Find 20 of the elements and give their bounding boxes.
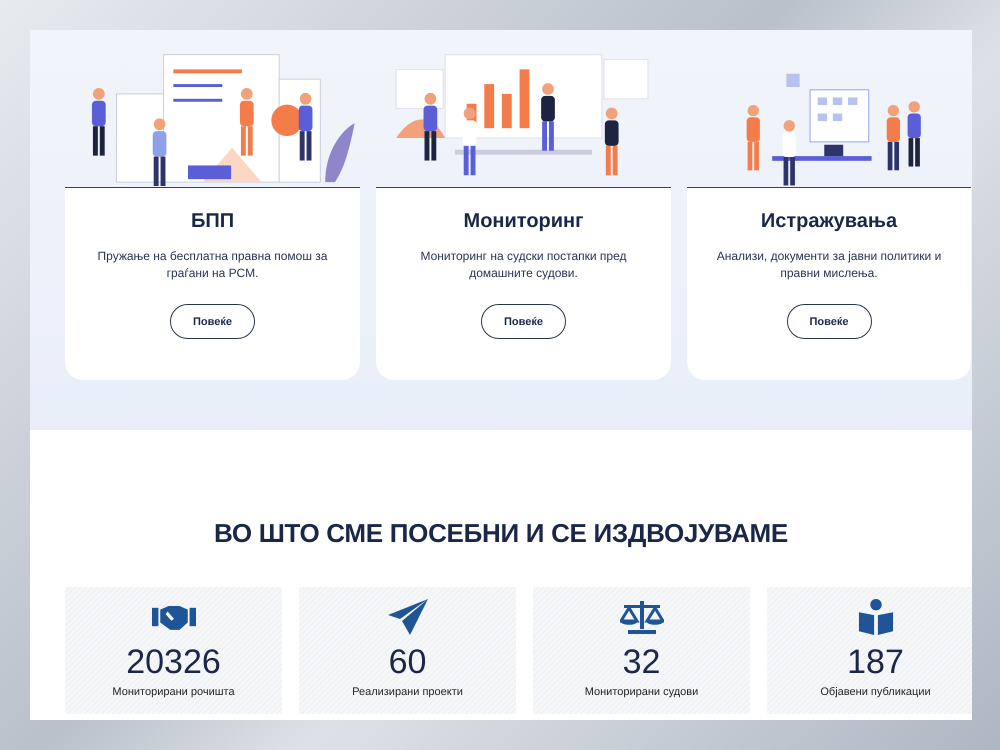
card-title: Мониторинг bbox=[464, 210, 584, 233]
stat-number: 20326 bbox=[126, 644, 221, 680]
stat-number: 60 bbox=[388, 644, 426, 680]
card-title: БПП bbox=[190, 210, 234, 233]
paper-plane-icon bbox=[386, 599, 430, 635]
stat-label: Мониторирани судови bbox=[584, 686, 698, 698]
section-heading: ВО ШТО СМЕ ПОСЕБНИ И СЕ ИЗДВОЈУВАМЕ bbox=[213, 518, 789, 549]
stat-label: Реализирани проекти bbox=[352, 686, 463, 698]
stat-number: 187 bbox=[847, 644, 904, 680]
card-description: Пружање на бесплатна правна помош за граѓани на РСМ. bbox=[96, 248, 328, 282]
more-button[interactable]: Повеќе bbox=[481, 304, 566, 339]
scales-icon bbox=[620, 599, 664, 635]
more-button[interactable]: Повеќе bbox=[786, 304, 872, 339]
card-title: Истражувања bbox=[760, 210, 898, 233]
stat-label: Објавени публикации bbox=[820, 686, 931, 698]
card-description: Мониторинг на судски постапки пред домашните судови. bbox=[420, 248, 628, 282]
stat-number: 32 bbox=[622, 644, 660, 680]
card-description: Анализи, документи за јавни политики и правни мислења. bbox=[716, 248, 942, 282]
stat-label: Мониторирани рочишта bbox=[112, 686, 235, 698]
more-button[interactable]: Повеќе bbox=[170, 304, 255, 339]
